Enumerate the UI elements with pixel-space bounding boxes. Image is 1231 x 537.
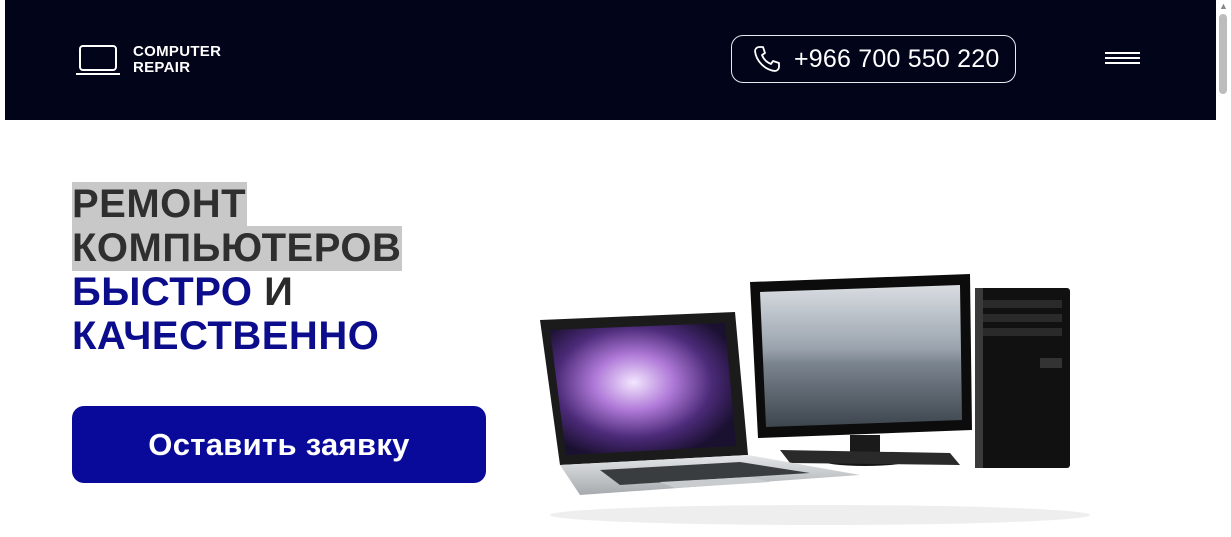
phone-icon (754, 46, 780, 72)
scroll-up-arrow-icon[interactable]: ▲ (1219, 2, 1228, 11)
hero-word-and: И (264, 270, 294, 314)
logo[interactable]: COMPUTER REPAIR (75, 40, 221, 80)
hero-line-2: КОМПЬЮТЕРОВ (72, 226, 403, 271)
hero-title: РЕМОНТ КОМПЬЮТЕРОВ БЫСТРО И КАЧЕСТВЕННО (72, 182, 403, 358)
hero-word-quality: КАЧЕСТВЕННО (72, 314, 380, 358)
hamburger-menu-icon[interactable] (1105, 52, 1143, 70)
page-scrollbar[interactable]: ▲ (1216, 0, 1231, 537)
hero-word-fast: БЫСТРО (72, 270, 253, 314)
logo-line-1: COMPUTER (133, 43, 222, 60)
site-header: COMPUTER REPAIR +966 700 550 220 (5, 0, 1216, 120)
hero-line-1: РЕМОНТ (72, 182, 248, 227)
scroll-thumb[interactable] (1219, 14, 1227, 94)
hero-heading-block: РЕМОНТ КОМПЬЮТЕРОВ БЫСТРО И КАЧЕСТВЕННО (72, 182, 403, 358)
logo-line-2: REPAIR (133, 59, 191, 76)
computers-image (540, 274, 1090, 525)
phone-button[interactable]: +966 700 550 220 (731, 35, 1016, 83)
request-button[interactable]: Оставить заявку (72, 406, 486, 483)
phone-number: +966 700 550 220 (794, 44, 1000, 73)
laptop-icon (76, 45, 120, 75)
logo-text: COMPUTER REPAIR (133, 44, 221, 76)
